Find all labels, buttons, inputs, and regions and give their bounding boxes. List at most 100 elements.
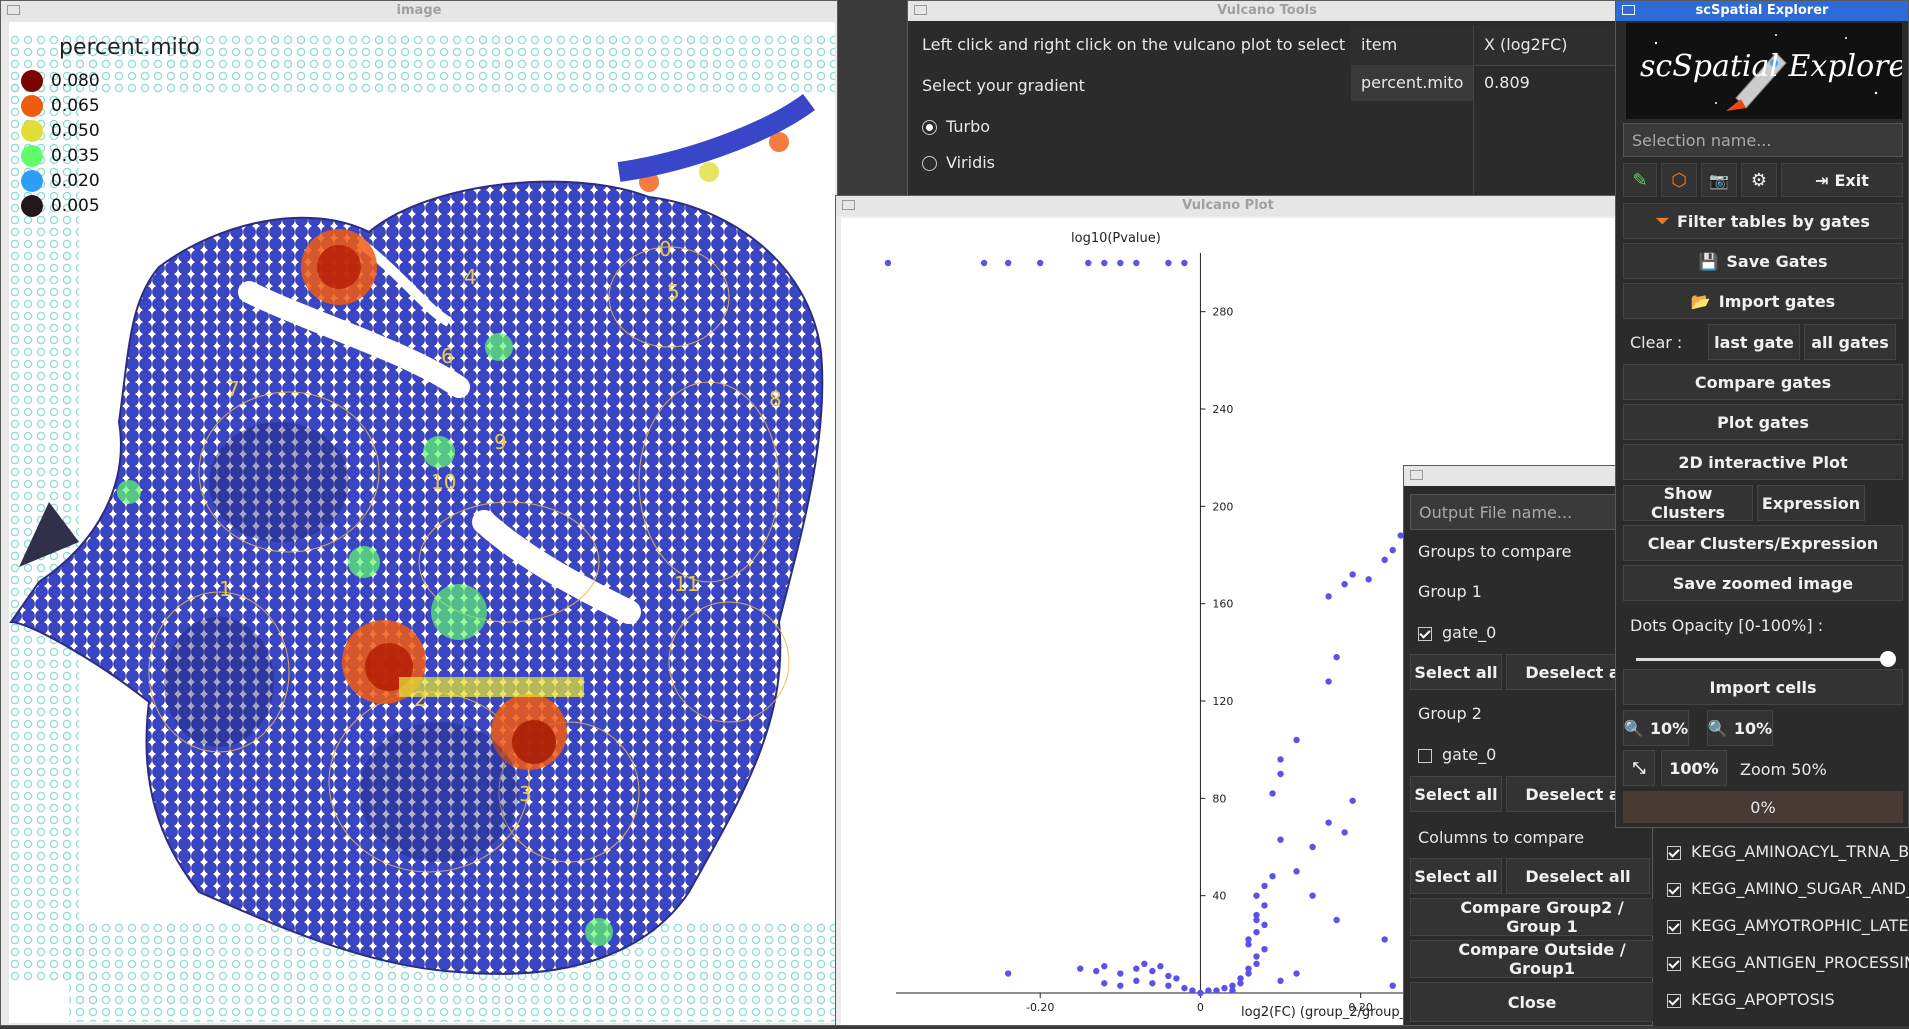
data-point[interactable]: [1261, 921, 1268, 929]
checkbox-checked-icon[interactable]: [1667, 993, 1681, 1008]
selection-name-input[interactable]: Selection name...: [1623, 123, 1903, 157]
table-header-log2fc[interactable]: X (log2FC): [1474, 25, 1628, 66]
data-point[interactable]: [1077, 965, 1084, 972]
table-cell[interactable]: percent.mito: [1351, 65, 1473, 101]
column-checkbox[interactable]: KEGG_AMINO_SUGAR_AND_N: [1667, 879, 1909, 898]
data-point[interactable]: [1333, 654, 1340, 661]
fit-view-button[interactable]: ⤡: [1623, 750, 1655, 786]
data-point[interactable]: [1333, 916, 1340, 924]
clear-last-gate-button[interactable]: last gate: [1708, 324, 1800, 360]
data-point[interactable]: [1365, 576, 1372, 583]
zoom-out-button[interactable]: 🔍 10%: [1623, 710, 1689, 746]
data-point[interactable]: [1157, 963, 1164, 970]
column-checkbox[interactable]: KEGG_APOPTOSIS: [1667, 990, 1835, 1009]
tissue-image[interactable]: [9, 22, 835, 1023]
data-point[interactable]: [1149, 980, 1156, 987]
data-point[interactable]: [1261, 946, 1268, 953]
plot-gates-button[interactable]: Plot gates: [1623, 404, 1903, 440]
column-checkbox[interactable]: KEGG_ANTIGEN_PROCESSING: [1667, 953, 1909, 972]
data-point[interactable]: [1261, 902, 1268, 909]
vulcano-tools-titlebar[interactable]: Vulcano Tools: [908, 1, 1626, 21]
data-point[interactable]: [1165, 982, 1172, 989]
data-point[interactable]: [1189, 987, 1196, 994]
columns-deselect-all-button[interactable]: Deselect all: [1506, 858, 1650, 894]
zoom-in-button[interactable]: 🔍 10%: [1707, 710, 1773, 746]
tissue-image-canvas[interactable]: percent.mito 0.080 0.065 0.050 0.035 0.0…: [9, 22, 835, 1023]
column-checkbox[interactable]: KEGG_AMINOACYL_TRNA_BIO: [1667, 842, 1909, 861]
data-point[interactable]: [1245, 941, 1252, 948]
data-point[interactable]: [1149, 967, 1156, 975]
dots-opacity-slider-handle[interactable]: [1880, 651, 1896, 667]
image-window-titlebar[interactable]: image: [1, 1, 837, 21]
checkbox-checked-icon[interactable]: [1667, 882, 1681, 897]
window-menu-icon[interactable]: [1410, 470, 1423, 480]
show-clusters-button[interactable]: Show Clusters: [1623, 484, 1753, 522]
import-cells-button[interactable]: Import cells: [1623, 669, 1903, 705]
data-point[interactable]: [1229, 987, 1236, 994]
data-point[interactable]: [1253, 960, 1260, 967]
output-file-input[interactable]: Output File name...: [1410, 494, 1650, 530]
data-point[interactable]: [1309, 892, 1316, 899]
data-point[interactable]: [1389, 982, 1396, 989]
data-point[interactable]: [1293, 868, 1300, 875]
data-point[interactable]: [1261, 882, 1268, 890]
data-point[interactable]: [1004, 970, 1012, 977]
vulcano-plot-titlebar[interactable]: Vulcano Plot: [836, 196, 1620, 216]
data-point[interactable]: [1293, 970, 1300, 977]
gradient-option-viridis[interactable]: Viridis: [922, 153, 995, 172]
settings-button[interactable]: ⚙: [1741, 163, 1777, 197]
data-point[interactable]: [1181, 259, 1188, 267]
data-point[interactable]: [1253, 928, 1260, 936]
data-point[interactable]: [1004, 259, 1012, 267]
data-point[interactable]: [1309, 843, 1316, 851]
data-point[interactable]: [1101, 259, 1108, 267]
data-point[interactable]: [1325, 678, 1332, 685]
data-point[interactable]: [1133, 977, 1140, 985]
checkbox-checked-icon[interactable]: [1667, 845, 1681, 860]
checkbox-checked-icon[interactable]: [1667, 956, 1681, 971]
polygon-tool-button[interactable]: ⬡: [1661, 163, 1697, 197]
compare-gates-button[interactable]: Compare gates: [1623, 364, 1903, 400]
expression-button[interactable]: Expression: [1757, 485, 1865, 521]
data-point[interactable]: [1101, 980, 1108, 987]
clear-clusters-button[interactable]: Clear Clusters/Expression: [1623, 525, 1903, 561]
filter-tables-button[interactable]: ⏷ Filter tables by gates: [1623, 203, 1903, 239]
screenshot-button[interactable]: 📷: [1701, 163, 1737, 197]
data-point[interactable]: [1085, 259, 1092, 267]
interactive-2d-plot-button[interactable]: 2D interactive Plot: [1623, 444, 1903, 480]
window-menu-icon[interactable]: [842, 200, 855, 210]
group2-gate-checkbox[interactable]: gate_0: [1418, 745, 1496, 764]
data-point[interactable]: [1101, 963, 1108, 970]
data-point[interactable]: [1237, 975, 1244, 982]
data-point[interactable]: [1165, 972, 1172, 980]
table-header-item[interactable]: item: [1351, 25, 1473, 66]
window-menu-icon[interactable]: [7, 5, 20, 15]
data-point[interactable]: [1269, 790, 1276, 797]
data-point[interactable]: [1245, 965, 1252, 972]
data-point[interactable]: [1381, 936, 1388, 943]
data-point[interactable]: [1197, 989, 1204, 997]
data-point[interactable]: [1117, 259, 1124, 267]
data-point[interactable]: [1141, 960, 1148, 967]
data-point[interactable]: [1269, 873, 1276, 880]
data-point[interactable]: [1325, 819, 1332, 826]
save-gates-button[interactable]: 💾 Save Gates: [1623, 243, 1903, 279]
compare-group2-group1-button[interactable]: Compare Group2 / Group 1: [1410, 898, 1654, 936]
group1-select-all-button[interactable]: Select all: [1410, 654, 1502, 690]
window-menu-icon[interactable]: [1622, 5, 1635, 15]
radio-selected-icon[interactable]: [922, 120, 937, 135]
gradient-option-turbo[interactable]: Turbo: [922, 117, 990, 136]
data-point[interactable]: [1253, 916, 1260, 924]
import-gates-button[interactable]: 📂 Import gates: [1623, 283, 1903, 319]
dots-opacity-slider[interactable]: [1636, 658, 1888, 661]
data-point[interactable]: [1253, 953, 1260, 960]
draw-tool-button[interactable]: ✎: [1623, 163, 1657, 197]
table-cell[interactable]: 0.809: [1474, 65, 1628, 101]
data-point[interactable]: [1093, 967, 1100, 975]
explorer-titlebar[interactable]: scSpatial Explorer: [1616, 1, 1908, 21]
checkbox-icon[interactable]: [1418, 748, 1432, 763]
data-point[interactable]: [1389, 546, 1396, 554]
column-checkbox[interactable]: KEGG_AMYOTROPHIC_LATERA: [1667, 916, 1909, 935]
data-point[interactable]: [1381, 556, 1388, 564]
checkbox-checked-icon[interactable]: [1418, 626, 1432, 641]
